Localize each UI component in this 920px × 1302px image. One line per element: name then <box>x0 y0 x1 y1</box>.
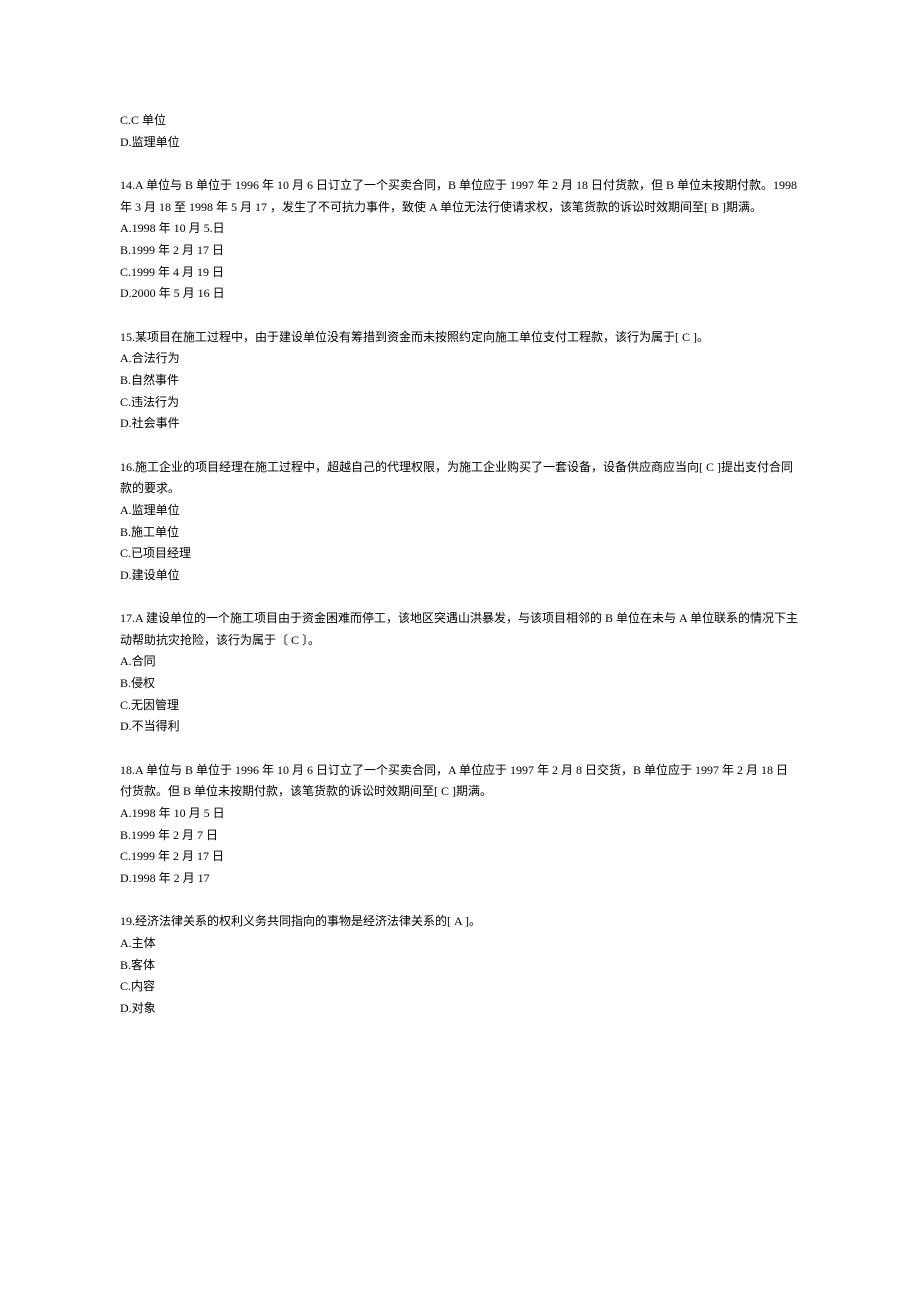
option-c: C.1999 年 4 月 19 日 <box>120 262 800 284</box>
option-d: D.1998 年 2 月 17 <box>120 868 800 890</box>
option-d: D.对象 <box>120 998 800 1020</box>
option-d: D.2000 年 5 月 16 日 <box>120 283 800 305</box>
option-a: A.主体 <box>120 933 800 955</box>
option-a: A.1998 年 10 月 5.日 <box>120 218 800 240</box>
option-b: B.1999 年 2 月 7 日 <box>120 825 800 847</box>
question-18: 18.A 单位与 B 单位于 1996 年 10 月 6 日订立了一个买卖合同，… <box>120 760 800 890</box>
option-b: B.自然事件 <box>120 370 800 392</box>
option-b: B.1999 年 2 月 17 日 <box>120 240 800 262</box>
question-15: 15.某项目在施工过程中，由于建设单位没有筹措到资金而未按照约定向施工单位支付工… <box>120 327 800 435</box>
option-d: D.监理单位 <box>120 132 800 154</box>
option-c: C.内容 <box>120 976 800 998</box>
option-c: C.违法行为 <box>120 392 800 414</box>
question-text: 16.施工企业的项目经理在施工过程中，超越自己的代理权限，为施工企业购买了一套设… <box>120 457 800 500</box>
question-text: 17.A 建设单位的一个施工项目由于资金困难而停工，该地区突遇山洪暴发，与该项目… <box>120 608 800 651</box>
option-a: A.合同 <box>120 651 800 673</box>
question-16: 16.施工企业的项目经理在施工过程中，超越自己的代理权限，为施工企业购买了一套设… <box>120 457 800 587</box>
question-14: 14.A 单位与 B 单位于 1996 年 10 月 6 日订立了一个买卖合同，… <box>120 175 800 305</box>
option-c: C.无因管理 <box>120 695 800 717</box>
option-c: C.已项目经理 <box>120 543 800 565</box>
question-13-tail: C.C 单位 D.监理单位 <box>120 110 800 153</box>
option-d: D.不当得利 <box>120 716 800 738</box>
option-c: C.1999 年 2 月 17 日 <box>120 846 800 868</box>
option-c: C.C 单位 <box>120 110 800 132</box>
option-a: A.合法行为 <box>120 348 800 370</box>
question-text: 18.A 单位与 B 单位于 1996 年 10 月 6 日订立了一个买卖合同，… <box>120 760 800 803</box>
option-b: B.施工单位 <box>120 522 800 544</box>
option-a: A.1998 年 10 月 5 日 <box>120 803 800 825</box>
question-19: 19.经济法律关系的权利义务共同指向的事物是经济法律关系的[ A ]。 A.主体… <box>120 911 800 1019</box>
question-17: 17.A 建设单位的一个施工项目由于资金困难而停工，该地区突遇山洪暴发，与该项目… <box>120 608 800 738</box>
question-text: 15.某项目在施工过程中，由于建设单位没有筹措到资金而未按照约定向施工单位支付工… <box>120 327 800 349</box>
option-d: D.社会事件 <box>120 413 800 435</box>
option-d: D.建设单位 <box>120 565 800 587</box>
option-a: A.监理单位 <box>120 500 800 522</box>
option-b: B.客体 <box>120 955 800 977</box>
question-text: 19.经济法律关系的权利义务共同指向的事物是经济法律关系的[ A ]。 <box>120 911 800 933</box>
option-b: B.侵权 <box>120 673 800 695</box>
question-text: 14.A 单位与 B 单位于 1996 年 10 月 6 日订立了一个买卖合同，… <box>120 175 800 218</box>
document-page: C.C 单位 D.监理单位 14.A 单位与 B 单位于 1996 年 10 月… <box>0 0 920 1302</box>
